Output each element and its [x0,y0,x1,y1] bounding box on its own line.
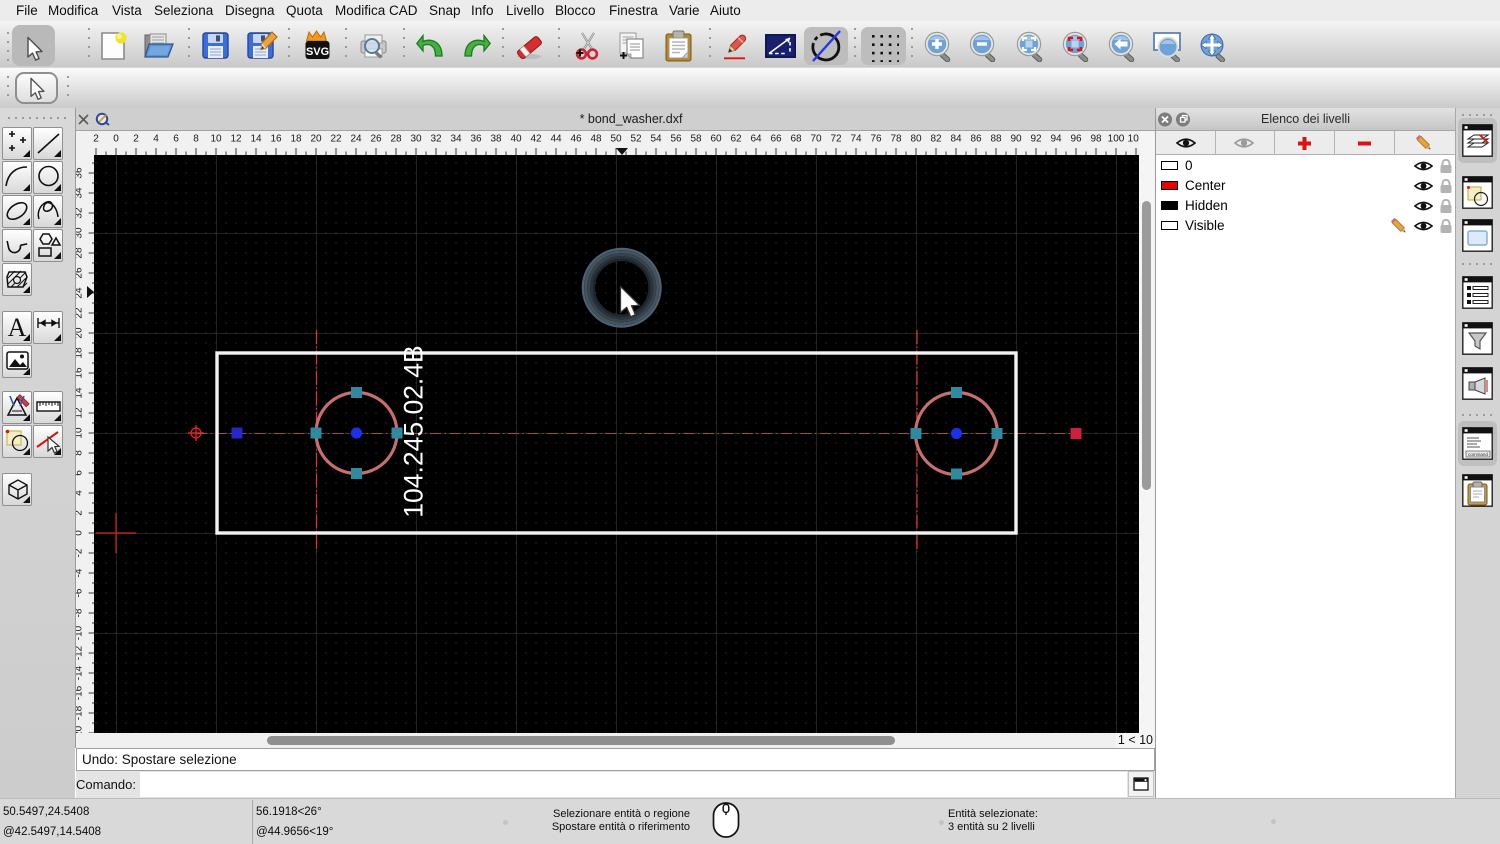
svg-text:-14: -14 [75,665,85,680]
svg-text:44: 44 [550,134,562,145]
svg-text:92: 92 [1030,134,1042,145]
svg-text:18: 18 [75,347,85,359]
svg-text:82: 82 [930,134,942,145]
svg-text:48: 48 [590,134,602,145]
svg-text:22: 22 [75,307,85,319]
svg-text:38: 38 [490,134,502,145]
svg-text:6: 6 [173,134,179,145]
svg-text:34: 34 [450,134,462,145]
svg-text:42: 42 [530,134,542,145]
svg-text:14: 14 [75,387,85,399]
svg-text:86: 86 [970,134,982,145]
svg-text:66: 66 [770,134,782,145]
svg-text:40: 40 [510,134,522,145]
svg-text:24: 24 [75,287,85,299]
svg-text:12: 12 [75,407,85,419]
svg-text:10: 10 [210,134,222,145]
svg-text:2: 2 [133,134,139,145]
svg-text:70: 70 [810,134,822,145]
svg-text:-18: -18 [75,705,85,720]
svg-text:2: 2 [93,134,99,145]
svg-text:54: 54 [650,134,662,145]
svg-text:-2: -2 [75,548,85,557]
svg-text:20: 20 [310,134,322,145]
svg-text:A: A [8,313,27,342]
svg-text:18: 18 [290,134,302,145]
svg-text:0: 0 [113,134,119,145]
svg-text:76: 76 [870,134,882,145]
svg-text:72: 72 [830,134,842,145]
svg-text:74: 74 [850,134,862,145]
svg-text:32: 32 [430,134,442,145]
svg-text:-20: -20 [75,725,85,733]
svg-text:-12: -12 [75,645,85,660]
svg-text:20: 20 [75,327,85,339]
svg-text:-16: -16 [75,685,85,700]
svg-text:16: 16 [270,134,282,145]
svg-text:14: 14 [250,134,262,145]
svg-text:50: 50 [610,134,622,145]
svg-text:46: 46 [570,134,582,145]
svg-text:SVG: SVG [306,46,329,58]
svg-text:-4: -4 [75,568,85,577]
svg-text:4: 4 [153,134,159,145]
svg-text:100: 100 [1108,134,1125,145]
svg-text:12: 12 [230,134,242,145]
svg-text:30: 30 [410,134,422,145]
svg-text:28: 28 [390,134,402,145]
svg-text:24: 24 [350,134,362,145]
svg-text:34: 34 [75,187,85,199]
svg-text:78: 78 [890,134,902,145]
svg-text:64: 64 [750,134,762,145]
svg-text:0: 0 [75,530,85,536]
svg-text:60: 60 [710,134,722,145]
svg-text:94: 94 [1050,134,1062,145]
svg-text:36: 36 [75,167,85,179]
svg-text:2: 2 [75,510,85,516]
svg-text:26: 26 [370,134,382,145]
svg-text:104.245.02.4B: 104.245.02.4B [399,345,429,517]
svg-text:90: 90 [1010,134,1022,145]
svg-text:8: 8 [75,450,85,456]
svg-text:80: 80 [910,134,922,145]
svg-text:58: 58 [690,134,702,145]
svg-text:28: 28 [75,247,85,259]
svg-text:26: 26 [75,267,85,279]
svg-text:10: 10 [75,427,85,439]
svg-text:32: 32 [75,207,85,219]
svg-text:-6: -6 [75,588,85,597]
svg-text:62: 62 [730,134,742,145]
svg-text:68: 68 [790,134,802,145]
svg-text:52: 52 [630,134,642,145]
svg-text:8: 8 [193,134,199,145]
svg-text:96: 96 [1070,134,1082,145]
svg-text:88: 88 [990,134,1002,145]
svg-text:command: command [1468,452,1488,457]
svg-text:30: 30 [75,227,85,239]
svg-text:6: 6 [75,470,85,476]
svg-text:-8: -8 [75,608,85,617]
svg-text:4: 4 [75,490,85,496]
svg-text:22: 22 [330,134,342,145]
svg-text:84: 84 [950,134,962,145]
svg-text:56: 56 [670,134,682,145]
svg-text:-10: -10 [75,625,85,640]
svg-text:98: 98 [1090,134,1102,145]
svg-text:16: 16 [75,367,85,379]
svg-text:36: 36 [470,134,482,145]
